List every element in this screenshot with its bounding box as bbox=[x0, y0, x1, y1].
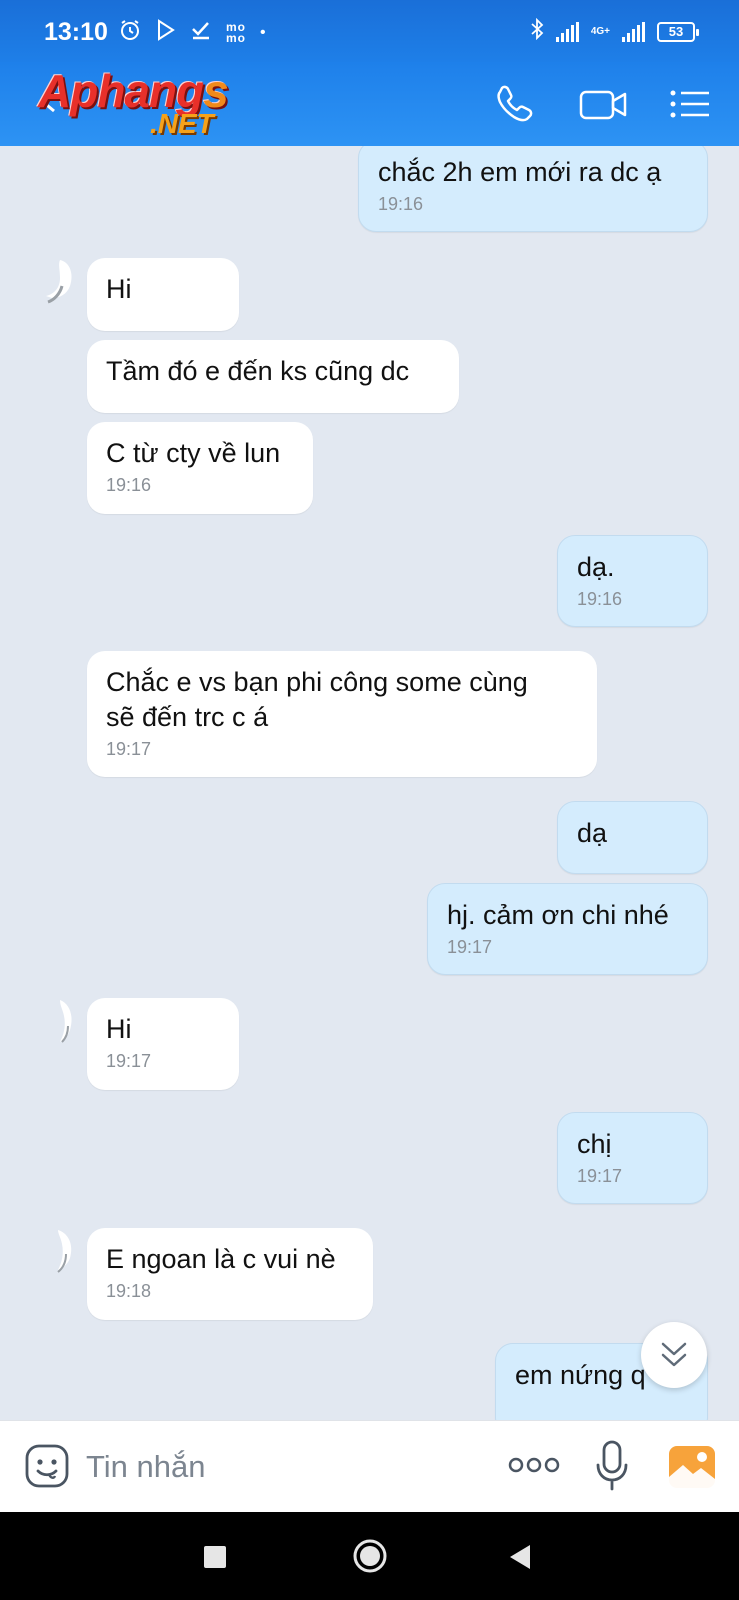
message-text: C từ cty về lun bbox=[106, 438, 281, 468]
check-download-icon bbox=[190, 19, 212, 47]
message-text: E ngoan là c vui nè bbox=[106, 1244, 336, 1274]
contact-avatar[interactable] bbox=[52, 1228, 78, 1278]
home-button[interactable] bbox=[352, 1538, 388, 1579]
back-triangle-icon bbox=[510, 1545, 530, 1569]
message-text: Chắc e vs bạn phi công some cùng sẽ đến … bbox=[106, 667, 528, 732]
message-incoming[interactable]: Chắc e vs bạn phi công some cùng sẽ đến … bbox=[87, 651, 597, 777]
logo-net-text: .NET bbox=[150, 108, 214, 139]
contact-avatar[interactable] bbox=[42, 258, 76, 308]
play-store-icon bbox=[156, 19, 176, 47]
message-outgoing[interactable]: chị 19:17 bbox=[557, 1112, 708, 1204]
list-menu-icon bbox=[670, 90, 709, 118]
message-text: Hi bbox=[106, 1014, 132, 1044]
signal-icon bbox=[555, 21, 579, 42]
message-time: 19:17 bbox=[106, 739, 152, 759]
message-time: 19:16 bbox=[106, 475, 152, 495]
more-notifications-dot: • bbox=[260, 24, 266, 41]
message-text: dạ bbox=[577, 818, 608, 848]
message-incoming[interactable]: Hi bbox=[87, 258, 239, 331]
scroll-to-bottom-button[interactable] bbox=[641, 1322, 707, 1388]
battery-indicator: 53 bbox=[657, 21, 699, 42]
message-text: Hi bbox=[106, 274, 132, 304]
message-time: 19:17 bbox=[106, 1051, 152, 1071]
system-indicators: 4G+ 53 bbox=[530, 17, 699, 45]
notification-icons: mo mo • bbox=[118, 18, 266, 48]
message-text: chị bbox=[577, 1129, 612, 1159]
video-call-button[interactable] bbox=[578, 80, 627, 128]
message-outgoing[interactable]: hj. cảm ơn chi nhé 19:17 bbox=[427, 883, 708, 975]
system-navigation-bar bbox=[0, 1512, 739, 1600]
bluetooth-icon bbox=[530, 17, 544, 45]
message-composer bbox=[0, 1420, 739, 1513]
message-time: 19:16 bbox=[378, 194, 424, 214]
message-text: dạ. bbox=[577, 552, 615, 582]
contact-avatar[interactable] bbox=[56, 998, 78, 1048]
chat-menu-button[interactable] bbox=[668, 80, 716, 128]
message-incoming[interactable]: Hi 19:17 bbox=[87, 998, 239, 1090]
signal-icon-2 bbox=[622, 21, 645, 42]
alarm-icon bbox=[118, 18, 142, 48]
message-outgoing[interactable]: chắc 2h em mới ra dc ạ 19:16 bbox=[358, 146, 708, 232]
chevrons-down-icon bbox=[661, 1342, 687, 1367]
network-type: 4G+ bbox=[590, 25, 610, 37]
momo-icon: mo mo bbox=[226, 20, 246, 45]
more-options-button[interactable] bbox=[508, 1455, 560, 1480]
send-image-button[interactable] bbox=[668, 1445, 716, 1494]
message-outgoing[interactable]: dạ. 19:16 bbox=[557, 535, 708, 627]
video-camera-icon bbox=[579, 90, 627, 120]
image-gallery-icon bbox=[669, 1446, 715, 1490]
more-dots-icon bbox=[508, 1457, 560, 1473]
sticker-emoji-icon bbox=[25, 1444, 69, 1488]
status-time: 13:10 bbox=[44, 18, 108, 46]
home-circle-icon bbox=[353, 1539, 387, 1573]
call-button[interactable] bbox=[490, 80, 538, 128]
message-time: 19:18 bbox=[106, 1281, 152, 1301]
message-incoming[interactable]: C từ cty về lun 19:16 bbox=[87, 422, 313, 514]
message-time: 19:17 bbox=[577, 1166, 623, 1186]
watermark-logo: Aphangs .NET bbox=[38, 62, 268, 142]
message-time: 19:17 bbox=[447, 937, 493, 957]
message-incoming[interactable]: Tầm đó e đến ks cũng dc bbox=[87, 340, 459, 413]
microphone-icon bbox=[596, 1440, 628, 1491]
message-input[interactable] bbox=[86, 1443, 466, 1491]
message-text: chắc 2h em mới ra dc ạ bbox=[378, 157, 662, 187]
message-outgoing[interactable]: dạ bbox=[557, 801, 708, 874]
message-incoming[interactable]: E ngoan là c vui nè 19:18 bbox=[87, 1228, 373, 1320]
recent-apps-button[interactable] bbox=[204, 1546, 226, 1568]
message-text: Tầm đó e đến ks cũng dc bbox=[106, 356, 410, 386]
back-button[interactable] bbox=[508, 1544, 532, 1575]
status-bar: 13:10 mo mo • 4G+ 53 bbox=[0, 0, 739, 62]
voice-message-button[interactable] bbox=[594, 1439, 630, 1498]
message-time: 19:16 bbox=[577, 589, 623, 609]
message-text: hj. cảm ơn chi nhé bbox=[447, 900, 669, 930]
chat-header: Aphangs .NET bbox=[0, 62, 739, 146]
phone-icon bbox=[497, 85, 533, 122]
chat-messages[interactable]: chắc 2h em mới ra dc ạ 19:16 Hi Tầm đó e… bbox=[0, 146, 739, 1420]
sticker-button[interactable] bbox=[24, 1443, 70, 1494]
